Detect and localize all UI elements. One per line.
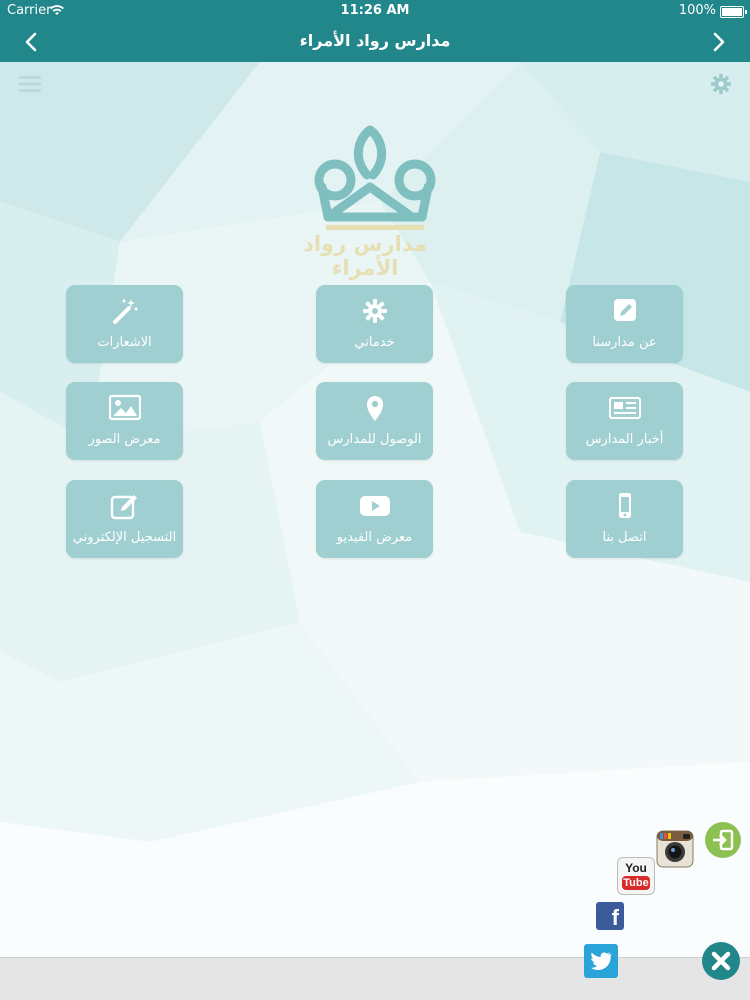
tile-video-gallery[interactable]: معرض الفيديو — [316, 480, 433, 558]
facebook-letter: f — [611, 905, 619, 930]
picture-icon — [109, 394, 141, 421]
tile-label: أخبار المدارس — [585, 432, 664, 447]
tile-label: خدماتي — [354, 335, 395, 350]
gear-icon — [363, 299, 387, 323]
edit-form-icon — [110, 495, 137, 520]
battery-percent: 100% — [678, 3, 716, 18]
settings-gear-icon[interactable] — [710, 73, 732, 95]
tile-notifications[interactable]: الاشعارات — [66, 285, 183, 363]
status-bar: Carrier 11:26 AM 100% — [0, 0, 750, 22]
instagram-icon[interactable] — [656, 830, 694, 868]
tile-label: اتصل بنا — [602, 530, 647, 545]
tile-school-news[interactable]: أخبار المدارس — [566, 382, 683, 460]
hamburger-menu-icon[interactable] — [19, 75, 41, 93]
battery-icon — [720, 6, 747, 18]
chevron-right-icon[interactable] — [706, 30, 730, 54]
login-icon[interactable] — [704, 821, 742, 859]
tile-label: الوصول للمدارس — [327, 432, 422, 447]
map-marker-icon — [367, 396, 383, 421]
navigation-bar: مدارس رواد الأمراء — [0, 22, 750, 62]
logo-text: مدارس رواد الأمراء — [303, 232, 427, 280]
pencil-square-icon — [614, 299, 636, 321]
bottom-bar — [0, 957, 750, 1000]
app-screen: Carrier 11:26 AM 100% مدارس رواد الأمراء — [0, 0, 750, 1000]
newspaper-icon — [609, 397, 641, 419]
tile-label: معرض الفيديو — [336, 530, 413, 545]
page-title: مدارس رواد الأمراء — [299, 31, 451, 50]
tile-label: معرض الصور — [88, 432, 161, 447]
tile-online-registration[interactable]: التسجيل الإلكتروني — [66, 480, 183, 558]
youtube-you: You — [625, 861, 647, 875]
video-play-icon — [360, 496, 390, 516]
tile-label: عن مدارسنا — [592, 335, 657, 350]
twitter-icon[interactable] — [584, 944, 618, 978]
tile-contact-us[interactable]: اتصل بنا — [566, 480, 683, 558]
close-icon[interactable] — [701, 941, 741, 981]
tile-directions[interactable]: الوصول للمدارس — [316, 382, 433, 460]
youtube-tube: Tube — [622, 876, 650, 890]
mobile-phone-icon — [619, 493, 631, 518]
tile-about-us[interactable]: عن مدارسنا — [566, 285, 683, 363]
youtube-icon[interactable]: You Tube — [617, 857, 655, 895]
magic-wand-icon — [113, 299, 138, 324]
tile-photo-gallery[interactable]: معرض الصور — [66, 382, 183, 460]
tile-my-services[interactable]: خدماتي — [316, 285, 433, 363]
tile-label: التسجيل الإلكتروني — [72, 530, 177, 545]
clock: 11:26 AM — [340, 3, 410, 18]
tile-label: الاشعارات — [97, 335, 152, 350]
facebook-icon[interactable]: f — [596, 902, 624, 930]
